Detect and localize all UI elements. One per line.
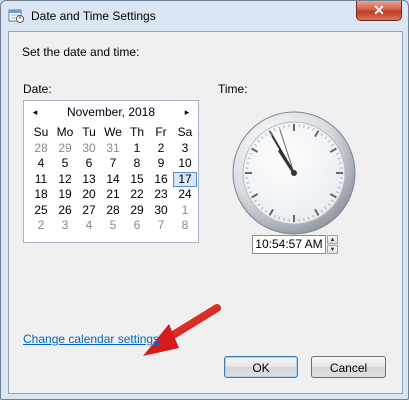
calendar-day[interactable]: 2 bbox=[149, 141, 173, 157]
instruction-text: Set the date and time: bbox=[22, 45, 140, 59]
close-icon: ✕ bbox=[373, 2, 385, 18]
weekday-header: Sa bbox=[177, 125, 193, 139]
window-title: Date and Time Settings bbox=[31, 9, 156, 23]
calendar-day[interactable]: 5 bbox=[101, 218, 125, 234]
weekday-header: Fr bbox=[155, 125, 167, 139]
calendar-day[interactable]: 25 bbox=[29, 203, 53, 219]
calendar-header: ◂ November, 2018 ▸ bbox=[24, 101, 198, 123]
calendar-grid: Su Mo Tu We Th Fr Sa 28 29 30 31 1 2 3 4 5 6 7 8 9 10 11 12 13 1… bbox=[29, 125, 197, 234]
calendar-day[interactable]: 29 bbox=[125, 203, 149, 219]
close-button[interactable]: ✕ bbox=[356, 1, 402, 21]
minute-tick bbox=[303, 217, 305, 222]
title-bar: Date and Time Settings ✕ bbox=[1, 1, 408, 31]
weekday-header: Su bbox=[33, 125, 49, 139]
calendar-day[interactable]: 22 bbox=[125, 187, 149, 203]
minute-tick bbox=[283, 124, 285, 129]
calendar-day[interactable]: 8 bbox=[125, 156, 149, 172]
calendar-day[interactable]: 14 bbox=[101, 172, 125, 188]
weekday-header: Tu bbox=[82, 125, 96, 139]
time-label: Time: bbox=[218, 82, 248, 96]
analog-clock bbox=[232, 111, 356, 235]
calendar-day[interactable]: 13 bbox=[77, 172, 101, 188]
calendar-day[interactable]: 26 bbox=[53, 203, 77, 219]
calendar-day[interactable]: 7 bbox=[101, 156, 125, 172]
previous-month-button[interactable]: ◂ bbox=[29, 105, 41, 119]
calendar-day[interactable]: 20 bbox=[77, 187, 101, 203]
minute-tick bbox=[245, 182, 250, 184]
calendar-day[interactable]: 4 bbox=[77, 218, 101, 234]
calendar-day[interactable]: 8 bbox=[173, 218, 197, 234]
dialog-content: Set the date and time: Date: Time: ◂ Nov… bbox=[8, 31, 403, 394]
calendar-day[interactable]: 11 bbox=[29, 172, 53, 188]
time-input[interactable]: 10:54:57 AM bbox=[252, 235, 326, 254]
ok-button[interactable]: OK bbox=[224, 356, 298, 378]
cancel-button[interactable]: Cancel bbox=[311, 356, 386, 378]
minute-tick bbox=[245, 162, 250, 164]
calendar-day[interactable]: 15 bbox=[125, 172, 149, 188]
calendar-day[interactable]: 5 bbox=[53, 156, 77, 172]
calendar-day[interactable]: 30 bbox=[77, 141, 101, 157]
calendar-day[interactable]: 1 bbox=[125, 141, 149, 157]
weekday-header: Th bbox=[129, 125, 144, 139]
minute-tick bbox=[338, 182, 343, 184]
calendar-day[interactable]: 3 bbox=[53, 218, 77, 234]
month-title[interactable]: November, 2018 bbox=[44, 105, 178, 119]
increment-time-button[interactable]: ▲ bbox=[327, 235, 338, 244]
calendar-day[interactable]: 1 bbox=[173, 203, 197, 219]
minute-tick bbox=[338, 162, 343, 164]
calendar-day[interactable]: 6 bbox=[77, 156, 101, 172]
change-calendar-settings-link[interactable]: Change calendar settings bbox=[23, 332, 159, 346]
date-label: Date: bbox=[23, 82, 52, 96]
calendar-day[interactable]: 31 bbox=[101, 141, 125, 157]
calendar-day[interactable]: 21 bbox=[101, 187, 125, 203]
calendar-day[interactable]: 2 bbox=[29, 218, 53, 234]
calendar-day[interactable]: 24 bbox=[173, 187, 197, 203]
calendar-day[interactable]: 7 bbox=[149, 218, 173, 234]
calendar-day[interactable]: 6 bbox=[125, 218, 149, 234]
next-month-button[interactable]: ▸ bbox=[181, 105, 193, 119]
calendar-day[interactable]: 23 bbox=[149, 187, 173, 203]
calendar-clock-icon bbox=[8, 9, 24, 23]
date-time-settings-dialog: Date and Time Settings ✕ Set the date an… bbox=[0, 0, 409, 400]
calendar-day[interactable]: 12 bbox=[53, 172, 77, 188]
minute-tick bbox=[303, 124, 305, 129]
calendar-day[interactable]: 18 bbox=[29, 187, 53, 203]
decrement-time-button[interactable]: ▼ bbox=[327, 245, 338, 254]
calendar-day[interactable]: 27 bbox=[77, 203, 101, 219]
calendar-day-selected[interactable]: 17 bbox=[173, 171, 197, 187]
calendar-day[interactable]: 16 bbox=[149, 172, 173, 188]
minute-tick bbox=[283, 217, 285, 222]
calendar-day[interactable]: 3 bbox=[173, 141, 197, 157]
calendar-day[interactable]: 19 bbox=[53, 187, 77, 203]
calendar-day[interactable]: 30 bbox=[149, 203, 173, 219]
time-spinner: ▲ ▼ bbox=[327, 235, 338, 254]
calendar-day[interactable]: 4 bbox=[29, 156, 53, 172]
calendar-day[interactable]: 28 bbox=[29, 141, 53, 157]
calendar: ◂ November, 2018 ▸ Su Mo Tu We Th Fr Sa 28 29 30 3… bbox=[23, 100, 199, 243]
calendar-day[interactable]: 29 bbox=[53, 141, 77, 157]
weekday-header: We bbox=[104, 125, 122, 139]
calendar-day[interactable]: 28 bbox=[101, 203, 125, 219]
weekday-header: Mo bbox=[56, 125, 74, 139]
calendar-day[interactable]: 9 bbox=[149, 156, 173, 172]
calendar-day[interactable]: 10 bbox=[173, 156, 197, 172]
